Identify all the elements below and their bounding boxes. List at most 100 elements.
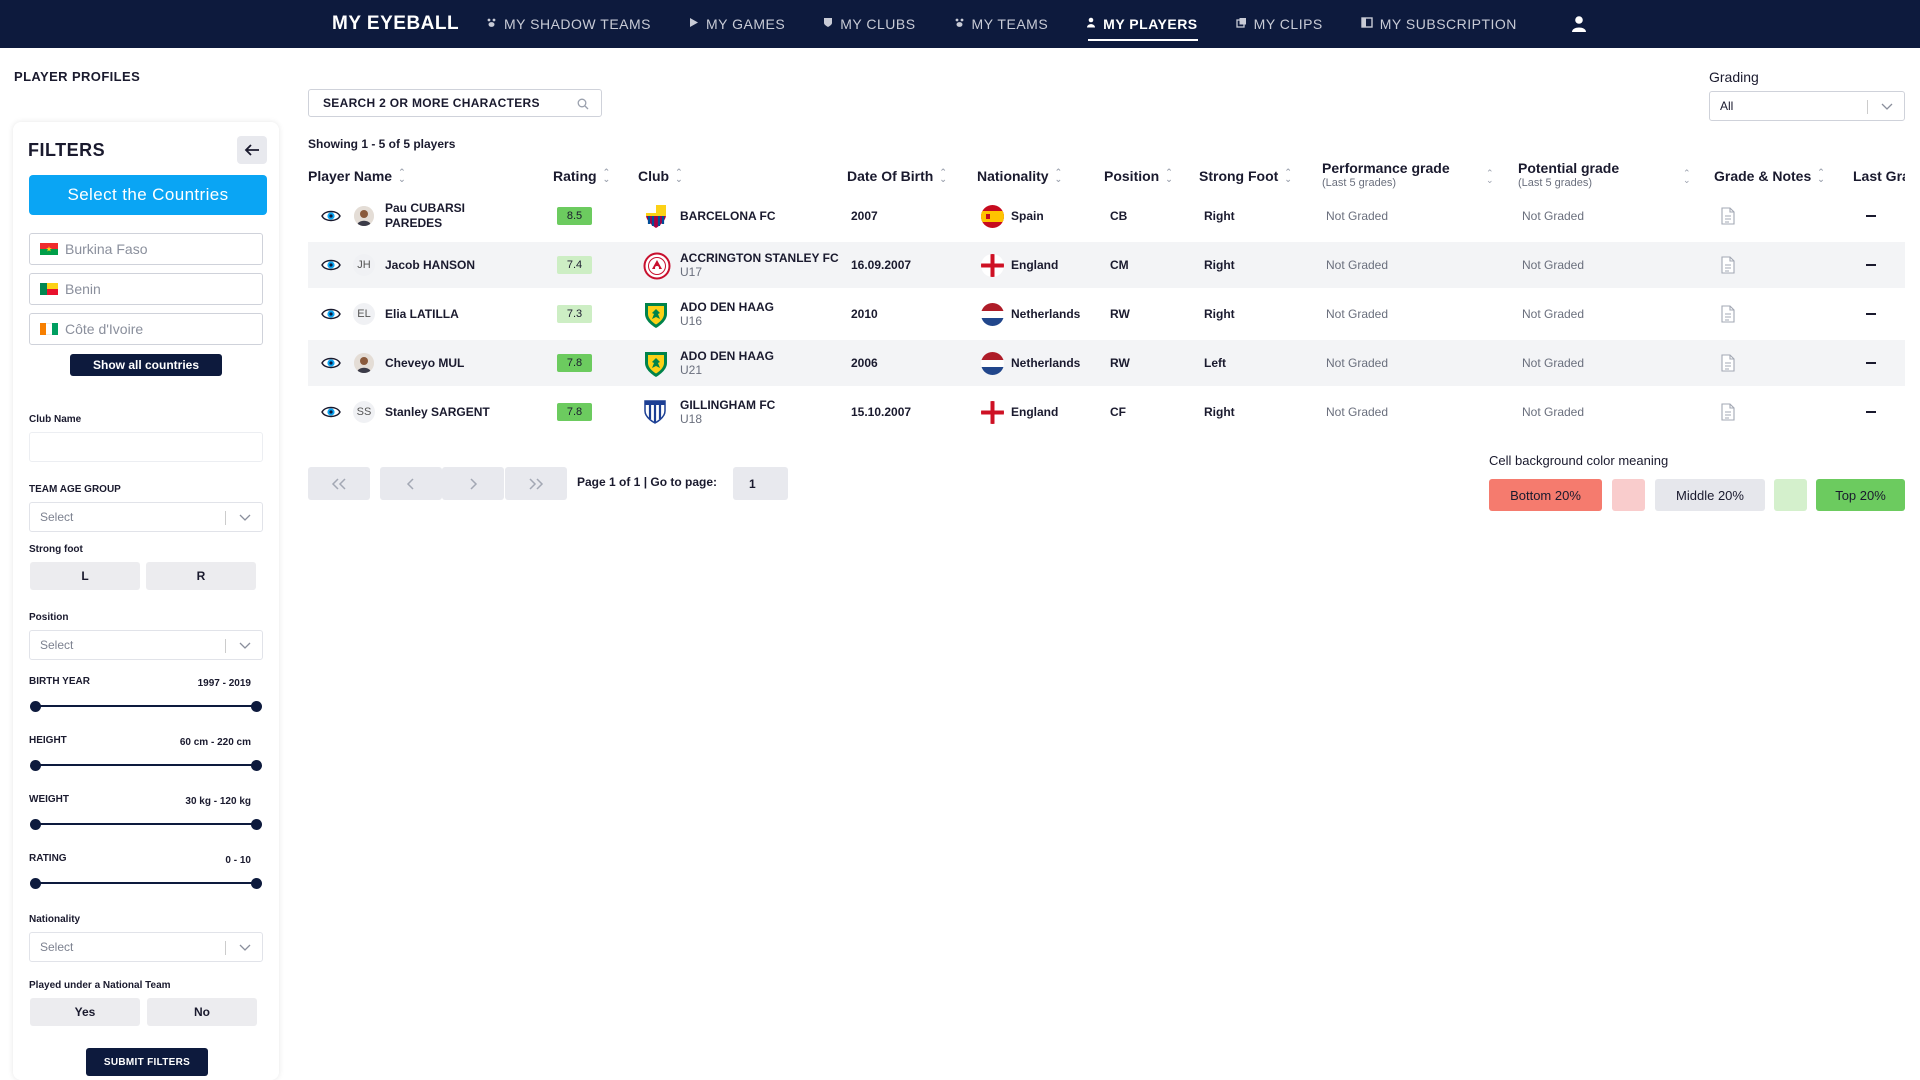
table-row[interactable]: JH Jacob HANSON 7.4 ACCRINGTON STANLEY FC U1… <box>308 242 1905 288</box>
player-name[interactable]: Pau CUBARSI PAREDES <box>385 201 465 231</box>
club-label: GILLINGHAM FC <box>680 398 776 412</box>
column-header-potential-grade[interactable]: Potential grade (Last 5 grades) <box>1518 160 1619 189</box>
slider-max-handle[interactable] <box>251 700 262 712</box>
strong-foot-left-toggle[interactable]: L <box>30 562 140 590</box>
netherlands-flag-icon <box>981 303 1004 326</box>
column-header-nationality[interactable]: Nationality ⌃ ⌄ <box>977 168 1062 185</box>
weight-slider[interactable] <box>30 818 262 830</box>
table-row[interactable]: Cheveyo MUL 7.8 ADO DEN HAAG U21 2006 Netherl… <box>308 340 1905 386</box>
club-name[interactable]: ADO DEN HAAG U16 <box>680 300 774 328</box>
player-name[interactable]: Stanley SARGENT <box>385 405 490 419</box>
column-header-date-of-birth[interactable]: Date Of Birth ⌃ ⌄ <box>847 167 947 185</box>
club-name-input[interactable] <box>29 432 263 462</box>
column-header-club[interactable]: Club ⌃ ⌄ <box>638 168 683 185</box>
eye-icon[interactable] <box>321 403 341 421</box>
club-name[interactable]: ADO DEN HAAG U21 <box>680 349 774 377</box>
document-icon[interactable] <box>1721 305 1735 323</box>
header-label: Potential grade <box>1518 160 1620 176</box>
document-icon[interactable] <box>1721 256 1735 274</box>
birth-year-slider[interactable] <box>30 700 262 712</box>
user-profile-icon[interactable] <box>1570 15 1588 33</box>
go-to-page-input[interactable]: 1 <box>733 467 788 500</box>
show-all-countries-button[interactable]: Show all countries <box>70 354 222 376</box>
country-chip-cote-divoire[interactable]: Côte d'Ivoire <box>29 313 263 345</box>
slider-max-handle[interactable] <box>251 818 262 830</box>
position-label: Position <box>29 612 69 623</box>
filters-panel: FILTERS Select the Countries Burkina Fas… <box>13 122 279 1080</box>
strong-foot-right-toggle[interactable]: R <box>146 562 256 590</box>
results-count: Showing 1 - 5 of 5 players <box>308 137 456 151</box>
slider-max-handle[interactable] <box>251 877 262 889</box>
table-row[interactable]: Pau CUBARSI PAREDES 8.5 BARCELONA FC 2007 Spa… <box>308 193 1905 239</box>
player-name[interactable]: Cheveyo MUL <box>385 356 464 370</box>
slider-max-handle[interactable] <box>251 759 262 771</box>
sort-icon[interactable]: ⌃ ⌄ <box>1683 169 1691 185</box>
column-header-player-name[interactable]: Player Name ⌃ ⌄ <box>308 167 406 185</box>
club-label: ADO DEN HAAG <box>680 300 775 314</box>
height-slider[interactable] <box>30 759 262 771</box>
slider-min-handle[interactable] <box>30 759 41 771</box>
national-team-yes-toggle[interactable]: Yes <box>30 998 140 1026</box>
column-header-strong-foot[interactable]: Strong Foot ⌃ ⌄ <box>1199 168 1292 185</box>
position-select[interactable]: Select <box>29 630 263 660</box>
club-name[interactable]: GILLINGHAM FC U18 <box>680 398 775 426</box>
sort-icon: ⌃ ⌄ <box>1165 167 1173 184</box>
table-row[interactable]: EL Elia LATILLA 7.3 ADO DEN HAAG U16 2010 Neth… <box>308 291 1905 337</box>
previous-page-button[interactable] <box>380 467 442 500</box>
slider-min-handle[interactable] <box>30 877 41 889</box>
column-header-last-grade[interactable]: Last Gra <box>1853 168 1905 184</box>
eye-icon[interactable] <box>321 256 341 274</box>
nav-my-clubs[interactable]: MY CLUBS <box>823 0 915 48</box>
country-name: Benin <box>65 281 101 297</box>
player-name-line: PAREDES <box>385 216 443 230</box>
sort-icon: ⌃ ⌄ <box>939 167 947 184</box>
nationality-flag <box>981 205 1004 228</box>
search-input[interactable]: SEARCH 2 OR MORE CHARACTERS <box>308 89 602 117</box>
player-name[interactable]: Elia LATILLA <box>385 307 459 321</box>
header-label: Strong Foot <box>1199 168 1279 184</box>
last-page-button[interactable] <box>505 467 567 500</box>
select-countries-button[interactable]: Select the Countries <box>29 175 267 215</box>
table-row[interactable]: SS Stanley SARGENT 7.8 GILLINGHAM FC U18 15.1… <box>308 389 1905 435</box>
paw-icon <box>954 17 965 31</box>
first-page-button[interactable] <box>308 467 370 500</box>
weight-value: 30 kg - 120 kg <box>185 796 251 807</box>
submit-filters-button[interactable]: SUBMIT FILTERS <box>86 1048 208 1076</box>
country-chip-burkina-faso[interactable]: Burkina Faso <box>29 233 263 265</box>
team-age-group-select[interactable]: Select <box>29 502 263 532</box>
collapse-filters-button[interactable] <box>237 136 267 164</box>
nav-my-clips[interactable]: MY CLIPS <box>1236 0 1323 48</box>
nav-my-subscription[interactable]: MY SUBSCRIPTION <box>1361 0 1517 48</box>
next-page-button[interactable] <box>442 467 504 500</box>
eye-icon[interactable] <box>321 305 341 323</box>
club-name[interactable]: ACCRINGTON STANLEY FC U17 <box>680 251 839 279</box>
player-name[interactable]: Jacob HANSON <box>385 258 475 272</box>
document-icon[interactable] <box>1721 403 1735 421</box>
column-header-grade-notes[interactable]: Grade & Notes ⌃ ⌄ <box>1714 168 1825 185</box>
nav-label: MY CLUBS <box>840 16 916 32</box>
brand-logo[interactable]: MY EYEBALL <box>332 13 459 35</box>
nationality-select[interactable]: Select <box>29 932 263 962</box>
column-header-performance-grade[interactable]: Performance grade (Last 5 grades) <box>1322 160 1450 189</box>
rating-slider[interactable] <box>30 877 262 889</box>
slider-min-handle[interactable] <box>30 700 41 712</box>
grading-select[interactable]: All <box>1709 91 1905 121</box>
national-team-no-toggle[interactable]: No <box>147 998 257 1026</box>
nav-my-players[interactable]: MY PLAYERS <box>1086 0 1199 48</box>
document-icon[interactable] <box>1721 207 1735 225</box>
nav-my-shadow-teams[interactable]: MY SHADOW TEAMS <box>486 0 651 48</box>
nav-my-teams[interactable]: MY TEAMS <box>954 0 1049 48</box>
eye-icon[interactable] <box>321 354 341 372</box>
sort-icon[interactable]: ⌃ ⌄ <box>1486 169 1494 185</box>
select-placeholder: Select <box>40 940 74 954</box>
column-header-position[interactable]: Position ⌃ ⌄ <box>1104 167 1173 185</box>
slider-min-handle[interactable] <box>30 818 41 830</box>
nav-my-games[interactable]: MY GAMES <box>689 0 785 48</box>
last-grade-empty <box>1866 313 1876 315</box>
club-name[interactable]: BARCELONA FC <box>680 209 776 223</box>
eye-icon[interactable] <box>321 207 341 225</box>
column-header-rating[interactable]: Rating ⌃ ⌄ <box>553 168 610 185</box>
sort-icon: ⌃ ⌄ <box>398 167 406 184</box>
country-chip-benin[interactable]: Benin <box>29 273 263 305</box>
document-icon[interactable] <box>1721 354 1735 372</box>
